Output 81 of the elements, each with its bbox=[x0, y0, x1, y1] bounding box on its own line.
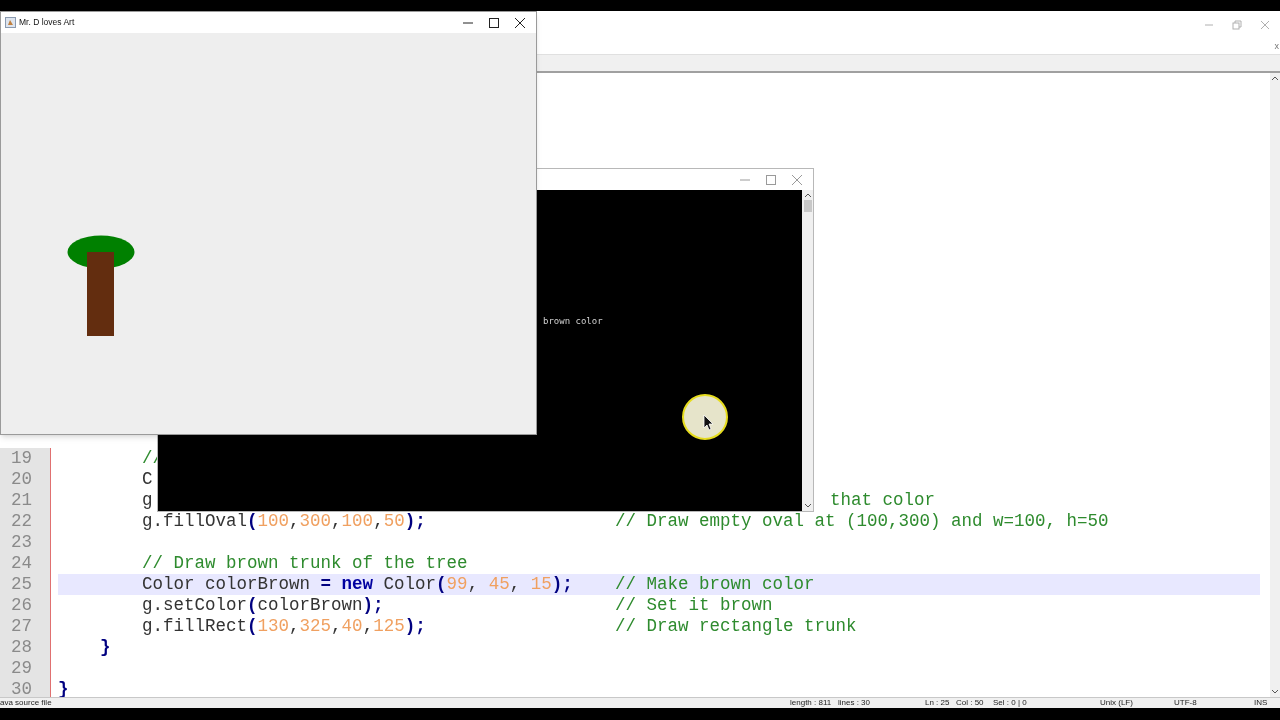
line-number: 23 bbox=[0, 532, 50, 553]
line-number: 26 bbox=[0, 595, 50, 616]
scroll-up-icon[interactable] bbox=[1271, 75, 1279, 81]
code-token: , bbox=[331, 616, 342, 636]
code-token: , bbox=[362, 616, 374, 636]
code-token: 40 bbox=[341, 616, 363, 636]
code-token: ); bbox=[362, 595, 384, 615]
maximize-icon[interactable] bbox=[488, 16, 500, 29]
code-token: 325 bbox=[299, 616, 332, 636]
code-token: , bbox=[331, 511, 342, 531]
code-token: ( bbox=[436, 574, 447, 594]
code-token: ( bbox=[247, 595, 258, 615]
line-number: 24 bbox=[0, 553, 50, 574]
code-token: g.fillOval bbox=[141, 511, 248, 531]
code-token: ); bbox=[551, 574, 573, 594]
code-token: ( bbox=[247, 616, 258, 636]
scroll-thumb[interactable] bbox=[803, 200, 812, 212]
scroll-down-icon[interactable] bbox=[803, 503, 812, 509]
code-token: , bbox=[509, 574, 522, 594]
code-comment: // Draw empty oval at (100,300) and w=100, h=50 bbox=[615, 511, 1109, 532]
code-token: } bbox=[58, 679, 69, 697]
status-text: Sel : 0 | 0 bbox=[993, 699, 1028, 707]
code-token: 45 bbox=[488, 574, 510, 594]
code-token: 15 bbox=[530, 574, 552, 594]
line-number: 22 bbox=[0, 511, 50, 532]
code-token: colorBrown bbox=[257, 595, 363, 615]
code-token: Color colorBrown bbox=[141, 574, 312, 594]
line-number: 20 bbox=[0, 469, 50, 490]
status-text: UTF-8 bbox=[1174, 699, 1198, 707]
line-number: 21 bbox=[0, 490, 50, 511]
code-token: , bbox=[467, 574, 480, 594]
status-text: INS bbox=[1254, 699, 1269, 707]
code-token: g.setColor bbox=[141, 595, 248, 615]
code-token: ); bbox=[404, 511, 426, 531]
console-text: brown color bbox=[543, 316, 603, 326]
scroll-down-icon[interactable] bbox=[1271, 689, 1279, 695]
code-token: Color bbox=[382, 574, 437, 594]
restore-icon[interactable] bbox=[1232, 19, 1242, 30]
tab-close-button[interactable]: x bbox=[1274, 41, 1279, 51]
code-token: 300 bbox=[299, 511, 332, 531]
code-token: , bbox=[289, 511, 300, 531]
code-token: C bbox=[141, 469, 153, 489]
line-number: 27 bbox=[0, 616, 50, 637]
code-comment: // Set it brown bbox=[615, 595, 773, 616]
line-number: 19 bbox=[0, 448, 50, 469]
code-token: g bbox=[141, 490, 153, 510]
status-text: Ln : 25 bbox=[925, 699, 951, 707]
code-token: 100 bbox=[341, 511, 374, 531]
code-token: , bbox=[289, 616, 300, 636]
line-number: 25 bbox=[0, 574, 50, 595]
code-comment: that color bbox=[830, 490, 936, 511]
status-text: Unix (LF) bbox=[1100, 699, 1134, 707]
code-comment: // Draw brown trunk of the tree bbox=[141, 553, 468, 573]
code-token: new bbox=[341, 574, 374, 594]
code-token: ); bbox=[404, 616, 426, 636]
line-number: 28 bbox=[0, 637, 50, 658]
status-text: length : 811 bbox=[790, 699, 833, 707]
app-icon bbox=[5, 17, 16, 28]
code-token: } bbox=[99, 637, 111, 657]
pointer-icon bbox=[681, 393, 729, 441]
status-text: ava source file bbox=[0, 699, 53, 707]
scroll-up-icon[interactable] bbox=[803, 192, 812, 198]
code-comment: // Make brown color bbox=[615, 574, 815, 595]
status-text: lines : 30 bbox=[838, 699, 872, 707]
line-number: 29 bbox=[0, 658, 50, 679]
code-token: 125 bbox=[373, 616, 405, 636]
code-token: 130 bbox=[257, 616, 290, 636]
code-token: = bbox=[320, 574, 333, 594]
code-token: 99 bbox=[446, 574, 468, 594]
vertical-scrollbar[interactable] bbox=[1270, 73, 1280, 697]
code-token: 100 bbox=[257, 511, 290, 531]
code-token: 50 bbox=[383, 511, 405, 531]
code-token: , bbox=[373, 511, 384, 531]
code-comment: // Draw rectangle trunk bbox=[615, 616, 857, 637]
window-title: Mr. D loves Art bbox=[19, 16, 75, 29]
vertical-scrollbar[interactable] bbox=[802, 190, 813, 511]
line-number: 30 bbox=[0, 679, 50, 697]
code-token: ( bbox=[247, 511, 258, 531]
status-text: Col : 50 bbox=[956, 699, 985, 707]
code-token: g.fillRect bbox=[141, 616, 248, 636]
close-icon[interactable] bbox=[514, 16, 526, 29]
